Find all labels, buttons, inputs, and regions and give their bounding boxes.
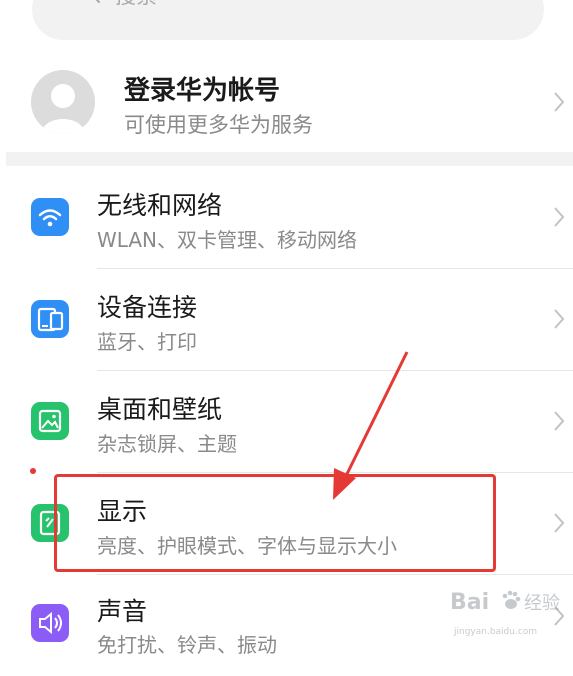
watermark-brand: Bai bbox=[450, 590, 489, 615]
watermark-cn: 经验 bbox=[524, 593, 560, 614]
baidu-paw-logo-icon: Bai 经验 bbox=[450, 590, 560, 615]
annotation-arrow bbox=[333, 351, 409, 500]
watermark-site: jingyan.baidu.com bbox=[454, 627, 538, 637]
watermark: Bai 经验 jingyan.baidu.com bbox=[450, 583, 570, 639]
